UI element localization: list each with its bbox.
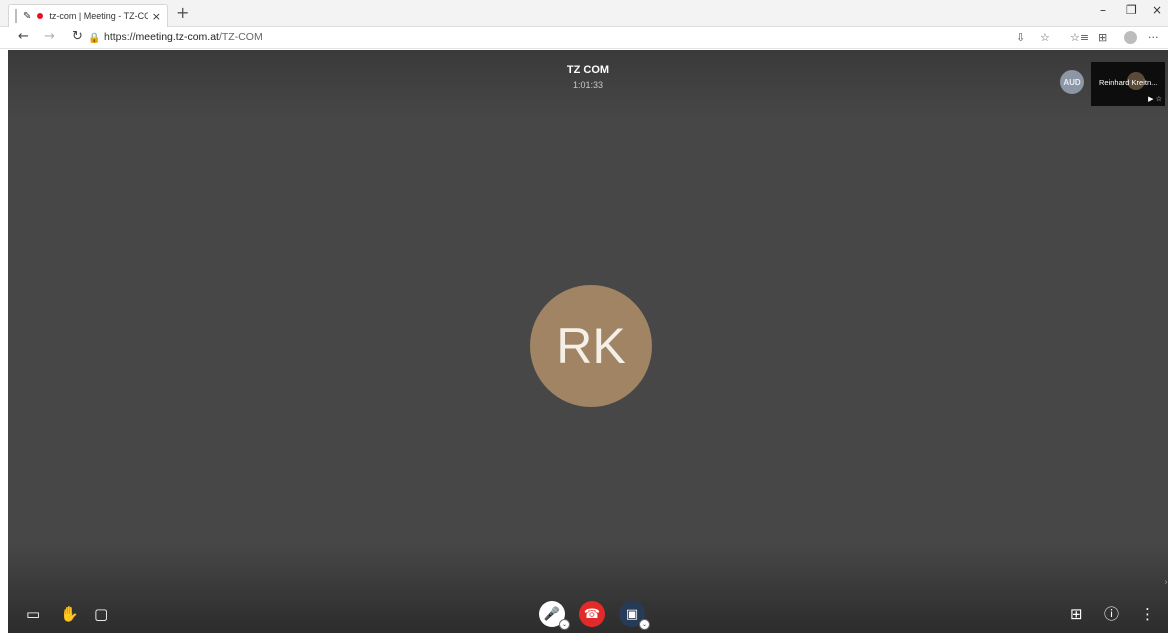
camera-off-icon: ▣: [625, 606, 639, 622]
browser-tab-bar: ✎ tz-com | Meeting - TZ-COM × + – ❐ ×: [0, 0, 1168, 27]
read-aloud-icon[interactable]: ⇩: [1016, 31, 1025, 44]
refresh-icon[interactable]: ↻: [72, 30, 83, 44]
microphone-icon: 🎤: [543, 606, 561, 622]
remote-participant-thumbnail[interactable]: AUD: [1060, 70, 1084, 94]
screenshare-icon[interactable]: ▭: [26, 606, 40, 622]
window-close-icon[interactable]: ×: [1152, 3, 1162, 17]
restore-icon[interactable]: ❐: [1126, 3, 1137, 17]
camera-button[interactable]: ▣ ⌄: [619, 601, 650, 630]
url-path: /TZ-COM: [218, 31, 263, 43]
minimize-icon[interactable]: –: [1100, 3, 1106, 17]
microphone-button[interactable]: 🎤 ⌄: [539, 601, 570, 630]
tab-close-icon[interactable]: ×: [152, 10, 161, 23]
forward-icon[interactable]: →: [44, 30, 55, 44]
recording-icon: [37, 13, 44, 19]
profile-avatar[interactable]: [1124, 31, 1137, 44]
mic-settings-chevron-icon[interactable]: ⌄: [559, 619, 570, 630]
lock-icon[interactable]: 🔒: [88, 32, 100, 46]
url-host: meeting.tz-com.at: [135, 31, 219, 43]
browser-menu-icon[interactable]: ···: [1148, 31, 1159, 44]
conference-title: TZ COM: [566, 64, 610, 76]
pin-icon: ✎: [23, 10, 32, 22]
collections-icon[interactable]: ⊞: [1098, 31, 1107, 44]
local-participant-name: Reinhard Kreitn...: [1099, 78, 1158, 87]
conference-timer: 1:01:33: [572, 80, 604, 90]
meeting-stage: TZ COM 1:01:33 RK AUD Reinhard Kreitn...…: [8, 50, 1168, 633]
tab-title: tz-com | Meeting - TZ-COM: [49, 11, 148, 21]
browser-tab[interactable]: ✎ tz-com | Meeting - TZ-COM ×: [8, 4, 168, 27]
tab-grip: [15, 9, 17, 23]
more-options-icon[interactable]: ⋮: [1140, 606, 1155, 622]
raise-hand-icon[interactable]: ✋: [60, 606, 79, 622]
url-field[interactable]: https://meeting.tz-com.at/TZ-COM: [104, 31, 263, 43]
main-participant-avatar: RK: [530, 285, 652, 407]
new-tab-button[interactable]: +: [176, 4, 189, 22]
local-participant-tile[interactable]: Reinhard Kreitn... ▶ ☆: [1091, 62, 1165, 106]
local-status-icons: ▶ ☆: [1148, 95, 1162, 103]
favorite-star-icon[interactable]: ☆: [1040, 31, 1050, 44]
tile-view-icon[interactable]: ⊞: [1070, 606, 1083, 622]
favorites-icon[interactable]: ☆≡: [1070, 31, 1089, 44]
camera-settings-chevron-icon[interactable]: ⌄: [639, 619, 650, 630]
address-bar: ← → ↻ 🔒 https://meeting.tz-com.at/TZ-COM…: [0, 27, 1168, 49]
info-icon[interactable]: ⓘ: [1104, 606, 1119, 622]
url-scheme: https://: [104, 31, 136, 43]
side-panel-chevron-icon[interactable]: ›: [1164, 577, 1168, 588]
back-icon[interactable]: ←: [18, 30, 29, 44]
hangup-icon: ☎: [583, 606, 601, 622]
chat-icon[interactable]: ▢: [94, 606, 108, 622]
hangup-button[interactable]: ☎: [579, 601, 605, 627]
